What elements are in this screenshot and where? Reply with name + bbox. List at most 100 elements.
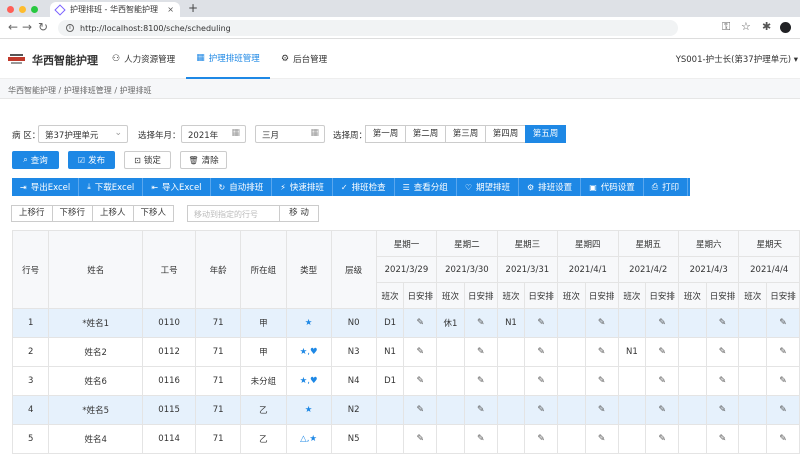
edit-plan-cell[interactable]: ✎ [463,337,498,367]
year-select[interactable]: 2021年 ▦ [181,125,246,143]
cell-shift[interactable] [557,424,586,454]
edit-plan-cell[interactable]: ✎ [645,424,679,454]
cell-shift[interactable] [557,366,586,396]
breadcrumb-item[interactable]: 华西智能护理 [8,86,56,95]
edit-plan-cell[interactable]: ✎ [766,424,800,454]
cell-shift[interactable] [496,395,526,425]
edit-plan-cell[interactable]: ✎ [645,308,679,338]
cell-shift[interactable] [436,366,465,396]
goto-row-button[interactable]: 移 动 [279,205,319,222]
pencil-icon[interactable]: ✎ [658,405,666,415]
edit-plan-cell[interactable]: ✎ [766,395,800,425]
table-row[interactable]: 2 姓名2 0112 71 甲 ★,♥ N3 N1 ✎ ✎ ✎ ✎ N1 ✎ ✎ ✎ [11,337,800,367]
pencil-icon[interactable]: ✎ [417,376,425,386]
edit-plan-cell[interactable]: ✎ [705,424,740,454]
edit-plan-cell[interactable]: ✎ [463,424,498,454]
cell-shift[interactable]: N1 [375,337,405,367]
cell-shift[interactable] [436,424,465,454]
edit-plan-cell[interactable]: ✎ [463,366,498,396]
bookmark-star-icon[interactable]: ☆ [741,20,751,33]
key-icon[interactable]: ⚿ [722,20,730,34]
toolbar-button[interactable]: ⇤ 导入Excel [143,178,211,196]
edit-plan-cell[interactable]: ✎ [705,366,740,396]
cell-shift[interactable] [677,337,707,367]
month-select[interactable]: 三月 ▦ [255,125,325,143]
pencil-icon[interactable]: ✎ [537,347,545,357]
week-option[interactable]: 第三周 [445,125,486,143]
edit-plan-cell[interactable]: ✎ [645,395,679,425]
query-button[interactable]: ⌕ 查询 [12,151,59,169]
tab-close-icon[interactable]: × [167,5,174,14]
toolbar-button[interactable]: ⎙ 打印 [644,178,689,196]
lock-button[interactable]: ⊡ 锁定 [124,151,171,169]
edit-plan-cell[interactable]: ✎ [524,395,559,425]
cell-shift[interactable]: 休1 [436,308,465,338]
maximize-window-button[interactable] [31,6,38,13]
cell-shift[interactable] [738,424,768,454]
toolbar-button[interactable]: ⚡ 快速排班 [272,178,333,196]
pencil-icon[interactable]: ✎ [719,347,727,357]
browser-tab[interactable]: 护理排班 - 华西智能护理 × [50,2,180,17]
pencil-icon[interactable]: ✎ [719,405,727,415]
edit-plan-cell[interactable]: ✎ [584,308,619,338]
clear-button[interactable]: 🗑 清除 [180,151,227,169]
edit-plan-cell[interactable]: ✎ [403,395,438,425]
move-person-down-button[interactable]: 下移人 [132,205,175,222]
toolbar-button[interactable]: ⚙ 排班设置 [519,178,582,196]
cell-shift[interactable] [617,308,647,338]
breadcrumb-item[interactable]: 护理排班管理 [64,86,112,95]
edit-plan-cell[interactable]: ✎ [584,337,619,367]
back-icon[interactable]: ← [8,20,18,34]
edit-plan-cell[interactable]: ✎ [645,337,679,367]
pencil-icon[interactable]: ✎ [598,376,606,386]
move-row-up-button[interactable]: 上移行 [11,205,53,222]
edit-plan-cell[interactable]: ✎ [766,308,800,338]
cell-shift[interactable] [496,337,526,367]
pencil-icon[interactable]: ✎ [658,318,666,328]
profile-avatar-icon[interactable] [780,22,791,33]
cell-shift[interactable] [436,395,465,425]
pencil-icon[interactable]: ✎ [779,376,787,386]
edit-plan-cell[interactable]: ✎ [584,395,619,425]
toolbar-button[interactable]: ↻ 自动排班 [211,178,273,196]
pencil-icon[interactable]: ✎ [477,318,485,328]
pencil-icon[interactable]: ✎ [477,376,485,386]
week-option[interactable]: 第二周 [405,125,446,143]
cell-shift[interactable] [677,366,707,396]
pencil-icon[interactable]: ✎ [417,405,425,415]
cell-shift[interactable] [738,308,768,338]
cell-shift[interactable] [557,395,586,425]
cell-shift[interactable]: D1 [375,366,405,396]
move-row-down-button[interactable]: 下移行 [51,205,94,222]
pencil-icon[interactable]: ✎ [598,405,606,415]
cell-shift[interactable] [375,424,405,454]
cell-shift[interactable] [617,424,647,454]
site-info-icon[interactable]: i [66,24,74,32]
week-option-active[interactable]: 第五周 [525,125,566,143]
menu-hr-management[interactable]: ⚇ 人力资源管理 [112,39,175,79]
cell-shift[interactable] [617,366,647,396]
edit-plan-cell[interactable]: ✎ [403,337,438,367]
cell-shift[interactable] [677,424,707,454]
toolbar-button[interactable]: ⇥ 导出Excel [12,178,80,196]
forward-icon[interactable]: → [22,20,32,34]
pencil-icon[interactable]: ✎ [719,318,727,328]
cell-shift[interactable] [738,366,768,396]
pencil-icon[interactable]: ✎ [598,434,606,444]
toolbar-button[interactable]: ▣ 代码设置 [581,178,644,196]
pencil-icon[interactable]: ✎ [477,347,485,357]
extensions-icon[interactable]: ✱ [762,20,771,33]
edit-plan-cell[interactable]: ✎ [403,308,438,338]
edit-plan-cell[interactable]: ✎ [584,366,619,396]
edit-plan-cell[interactable]: ✎ [403,366,438,396]
publish-button[interactable]: ☑ 发布 [68,151,115,169]
edit-plan-cell[interactable]: ✎ [524,424,559,454]
table-row[interactable]: 4 *姓名5 0115 71 乙 ★ N2 ✎ ✎ ✎ ✎ ✎ ✎ ✎ [11,395,800,425]
pencil-icon[interactable]: ✎ [477,405,485,415]
cell-shift[interactable] [557,337,586,367]
cell-shift[interactable] [496,424,526,454]
toolbar-button[interactable]: ♡ 期望排班 [457,178,519,196]
menu-scheduling-management[interactable]: ▦ 护理排班管理 [186,39,270,79]
cell-shift[interactable] [375,395,405,425]
pencil-icon[interactable]: ✎ [658,347,666,357]
